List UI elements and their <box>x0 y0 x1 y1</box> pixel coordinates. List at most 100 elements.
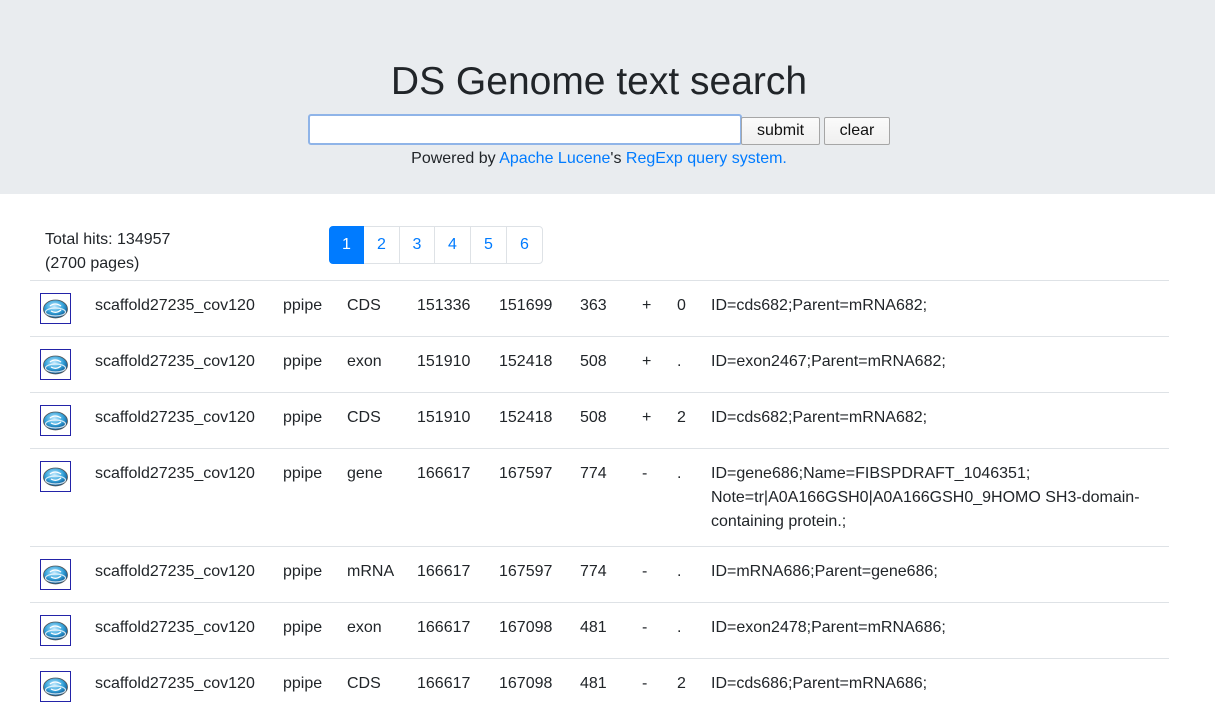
cell-end: 167597 <box>499 465 553 482</box>
table-row: scaffold27235_cov120 ppipe CDS 151336 151699… <box>30 280 1169 336</box>
cell-feature-type: CDS <box>347 297 381 314</box>
cell-source: ppipe <box>283 409 323 426</box>
cell-seq-name: scaffold27235_cov120 <box>95 675 255 692</box>
genome-browser-icon[interactable] <box>40 615 71 646</box>
table-row: scaffold27235_cov120 ppipe exon 151910 15241… <box>30 336 1169 392</box>
cell-strand: + <box>642 297 652 314</box>
powered-mid: 's <box>610 150 626 167</box>
cell-phase: 2 <box>677 675 686 692</box>
search-header: DS Genome text search submit clear Power… <box>0 0 1215 194</box>
cell-attributes: ID=mRNA686;Parent=gene686; <box>711 563 938 580</box>
cell-strand: - <box>642 563 648 580</box>
cell-strand: + <box>642 409 652 426</box>
page-link-4[interactable]: 4 <box>434 226 471 264</box>
cell-feature-type: exon <box>347 353 382 370</box>
cell-feature-type: CDS <box>347 409 381 426</box>
total-hits: Total hits: 134957 <box>45 231 171 248</box>
cell-attributes: ID=exon2478;Parent=mRNA686; <box>711 619 946 636</box>
cell-source: ppipe <box>283 675 323 692</box>
cell-feature-type: exon <box>347 619 382 636</box>
cell-length: 481 <box>580 675 607 692</box>
genome-browser-icon-image <box>40 349 71 380</box>
genome-browser-icon-image <box>40 615 71 646</box>
cell-end: 167098 <box>499 675 553 692</box>
cell-seq-name: scaffold27235_cov120 <box>95 409 255 426</box>
page-link-5[interactable]: 5 <box>470 226 507 264</box>
cell-feature-type: mRNA <box>347 563 395 580</box>
page-link-6[interactable]: 6 <box>506 226 543 264</box>
cell-attributes: ID=exon2467;Parent=mRNA682; <box>711 353 946 370</box>
genome-browser-icon-image <box>40 671 71 702</box>
cell-length: 363 <box>580 297 607 314</box>
cell-feature-type: gene <box>347 465 383 482</box>
cell-start: 166617 <box>417 563 471 580</box>
cell-phase: . <box>677 465 682 482</box>
table-row: scaffold27235_cov120 ppipe CDS 166617 167098… <box>30 658 1169 702</box>
cell-start: 151336 <box>417 297 471 314</box>
cell-attributes: ID=cds682;Parent=mRNA682; <box>711 409 928 426</box>
page-count: (2700 pages) <box>45 255 140 272</box>
cell-attributes: ID=cds686;Parent=mRNA686; <box>711 675 928 692</box>
cell-phase: . <box>677 619 682 636</box>
apache-lucene-link[interactable]: Apache Lucene <box>499 150 610 167</box>
hits-summary: Total hits: 134957 (2700 pages) <box>45 228 170 276</box>
genome-browser-icon[interactable] <box>40 293 71 324</box>
genome-browser-icon[interactable] <box>40 405 71 436</box>
clear-button[interactable]: clear <box>824 117 890 145</box>
cell-seq-name: scaffold27235_cov120 <box>95 353 255 370</box>
cell-attributes: ID=cds682;Parent=mRNA682; <box>711 297 928 314</box>
cell-source: ppipe <box>283 353 323 370</box>
genome-browser-icon[interactable] <box>40 349 71 380</box>
cell-attributes: ID=gene686;Name=FIBSPDRAFT_1046351; Note… <box>711 465 1140 530</box>
cell-phase: . <box>677 563 682 580</box>
table-row: scaffold27235_cov120 ppipe CDS 151910 152418… <box>30 392 1169 448</box>
table-row: scaffold27235_cov120 ppipe mRNA 166617 16759… <box>30 546 1169 602</box>
cell-start: 166617 <box>417 675 471 692</box>
genome-browser-icon-image <box>40 559 71 590</box>
genome-browser-icon-image <box>40 293 71 324</box>
cell-length: 774 <box>580 563 607 580</box>
cell-start: 166617 <box>417 465 471 482</box>
results-table: scaffold27235_cov120 ppipe CDS 151336 151699… <box>30 280 1169 702</box>
genome-browser-icon[interactable] <box>40 461 71 492</box>
page-title: DS Genome text search <box>390 60 808 103</box>
cell-seq-name: scaffold27235_cov120 <box>95 563 255 580</box>
cell-start: 151910 <box>417 353 471 370</box>
table-row: scaffold27235_cov120 ppipe gene 166617 16759… <box>30 448 1169 546</box>
cell-strand: + <box>642 353 652 370</box>
cell-seq-name: scaffold27235_cov120 <box>95 465 255 482</box>
genome-browser-icon-image <box>40 405 71 436</box>
cell-phase: . <box>677 353 682 370</box>
cell-length: 774 <box>580 465 607 482</box>
cell-end: 152418 <box>499 409 553 426</box>
cell-phase: 2 <box>677 409 686 426</box>
cell-strand: - <box>642 619 648 636</box>
genome-browser-icon[interactable] <box>40 671 71 702</box>
cell-strand: - <box>642 675 648 692</box>
cell-end: 167597 <box>499 563 553 580</box>
cell-length: 508 <box>580 353 607 370</box>
cell-source: ppipe <box>283 297 323 314</box>
page-link-1[interactable]: 1 <box>329 226 364 264</box>
search-input[interactable] <box>308 114 742 145</box>
regexp-query-link[interactable]: RegExp query system. <box>626 150 787 167</box>
table-row: scaffold27235_cov120 ppipe exon 166617 16709… <box>30 602 1169 658</box>
cell-source: ppipe <box>283 465 323 482</box>
page-link-2[interactable]: 2 <box>363 226 400 264</box>
cell-start: 166617 <box>417 619 471 636</box>
cell-seq-name: scaffold27235_cov120 <box>95 619 255 636</box>
powered-by-line: Powered by Apache Lucene's RegExp query … <box>0 149 1198 169</box>
cell-end: 167098 <box>499 619 553 636</box>
cell-source: ppipe <box>283 619 323 636</box>
cell-length: 508 <box>580 409 607 426</box>
cell-feature-type: CDS <box>347 675 381 692</box>
genome-browser-icon[interactable] <box>40 559 71 590</box>
cell-seq-name: scaffold27235_cov120 <box>95 297 255 314</box>
page-link-3[interactable]: 3 <box>399 226 435 264</box>
cell-length: 481 <box>580 619 607 636</box>
pagination: 123456 <box>329 226 543 264</box>
submit-button[interactable]: submit <box>741 117 820 145</box>
genome-browser-icon-image <box>40 461 71 492</box>
cell-end: 152418 <box>499 353 553 370</box>
cell-strand: - <box>642 465 648 482</box>
